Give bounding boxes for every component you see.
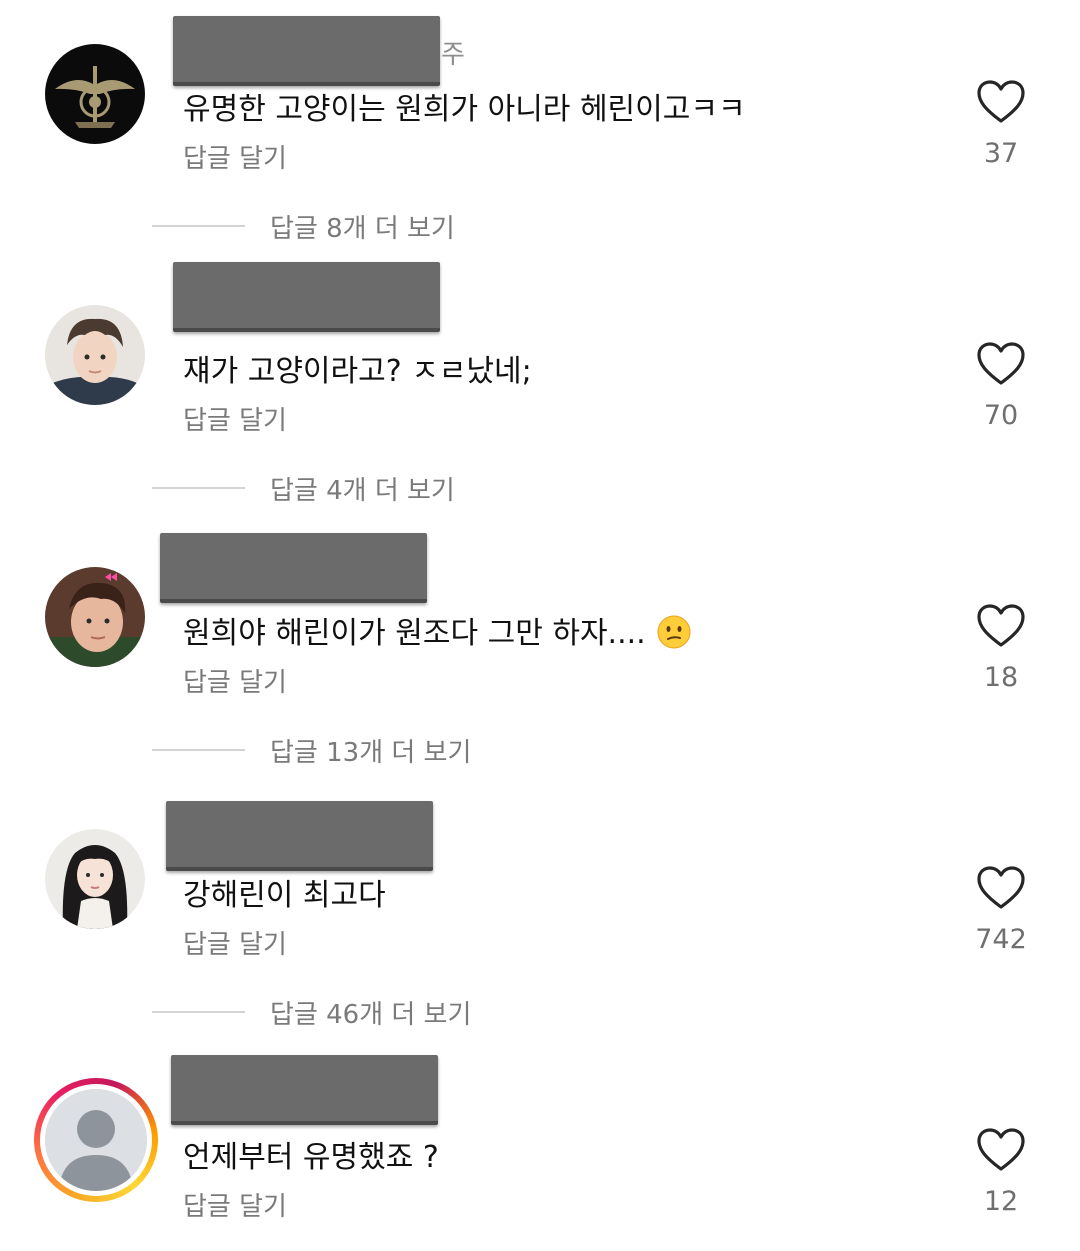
heart-outline-icon[interactable] (976, 603, 1026, 649)
confused-face-emoji (657, 615, 691, 649)
reply-button[interactable]: 답글 달기 (183, 1186, 287, 1223)
reply-button[interactable]: 답글 달기 (183, 662, 287, 699)
avatar[interactable] (45, 305, 145, 405)
avatar[interactable] (45, 567, 145, 667)
comment-text: 강해린이 최고다 (183, 878, 386, 913)
divider-line (152, 487, 245, 489)
like-count: 70 (983, 400, 1019, 431)
default-profile-icon (45, 1089, 147, 1191)
view-more-replies-label[interactable]: 답글 13개 더 보기 (270, 732, 471, 769)
redacted-username (171, 1055, 438, 1125)
redacted-username (173, 262, 440, 332)
comment-text: 언제부터 유명했죠 ? (183, 1140, 439, 1175)
divider-line (152, 225, 245, 227)
heart-outline-icon[interactable] (976, 1127, 1026, 1173)
comment-text: 원희야 해린이가 원조다 그만 하자.... (183, 608, 691, 652)
like-count: 18 (983, 662, 1019, 693)
view-more-replies[interactable]: 답글 13개 더 보기 (0, 730, 1080, 770)
comment-text-content: 원희야 해린이가 원조다 그만 하자.... (183, 616, 646, 651)
divider-line (152, 1011, 245, 1013)
comment-text: 유명한 고양이는 원희가 아니라 헤린이고ㅋㅋ (183, 92, 746, 127)
reply-button[interactable]: 답글 달기 (183, 924, 287, 961)
view-more-replies[interactable]: 답글 46개 더 보기 (0, 992, 1080, 1032)
view-more-replies-label[interactable]: 답글 8개 더 보기 (270, 208, 455, 245)
redacted-username (166, 801, 433, 871)
heart-outline-icon[interactable] (976, 79, 1026, 125)
avatar[interactable] (45, 44, 145, 144)
view-more-replies[interactable]: 답글 4개 더 보기 (0, 468, 1080, 508)
reply-button[interactable]: 답글 달기 (183, 400, 287, 437)
person-photo (45, 829, 145, 929)
person-photo (45, 305, 145, 405)
redacted-username (173, 16, 440, 86)
username-suffix: 주 (441, 40, 465, 70)
divider-line (152, 749, 245, 751)
comment-text: 쟤가 고양이라고? ㅈㄹ났네; (183, 354, 532, 389)
reply-button[interactable]: 답글 달기 (183, 138, 287, 175)
view-more-replies[interactable]: 답글 8개 더 보기 (0, 206, 1080, 246)
like-count: 742 (975, 924, 1027, 955)
view-more-replies-label[interactable]: 답글 4개 더 보기 (270, 470, 455, 507)
like-count: 12 (983, 1186, 1019, 1217)
avatar-story-ring[interactable] (34, 1078, 158, 1202)
seal-emblem-icon (45, 44, 145, 144)
redacted-username (160, 533, 427, 603)
view-more-replies-label[interactable]: 답글 46개 더 보기 (270, 994, 471, 1031)
person-photo (45, 567, 145, 667)
like-count: 37 (983, 138, 1019, 169)
heart-outline-icon[interactable] (976, 341, 1026, 387)
avatar[interactable] (45, 829, 145, 929)
heart-outline-icon[interactable] (976, 865, 1026, 911)
